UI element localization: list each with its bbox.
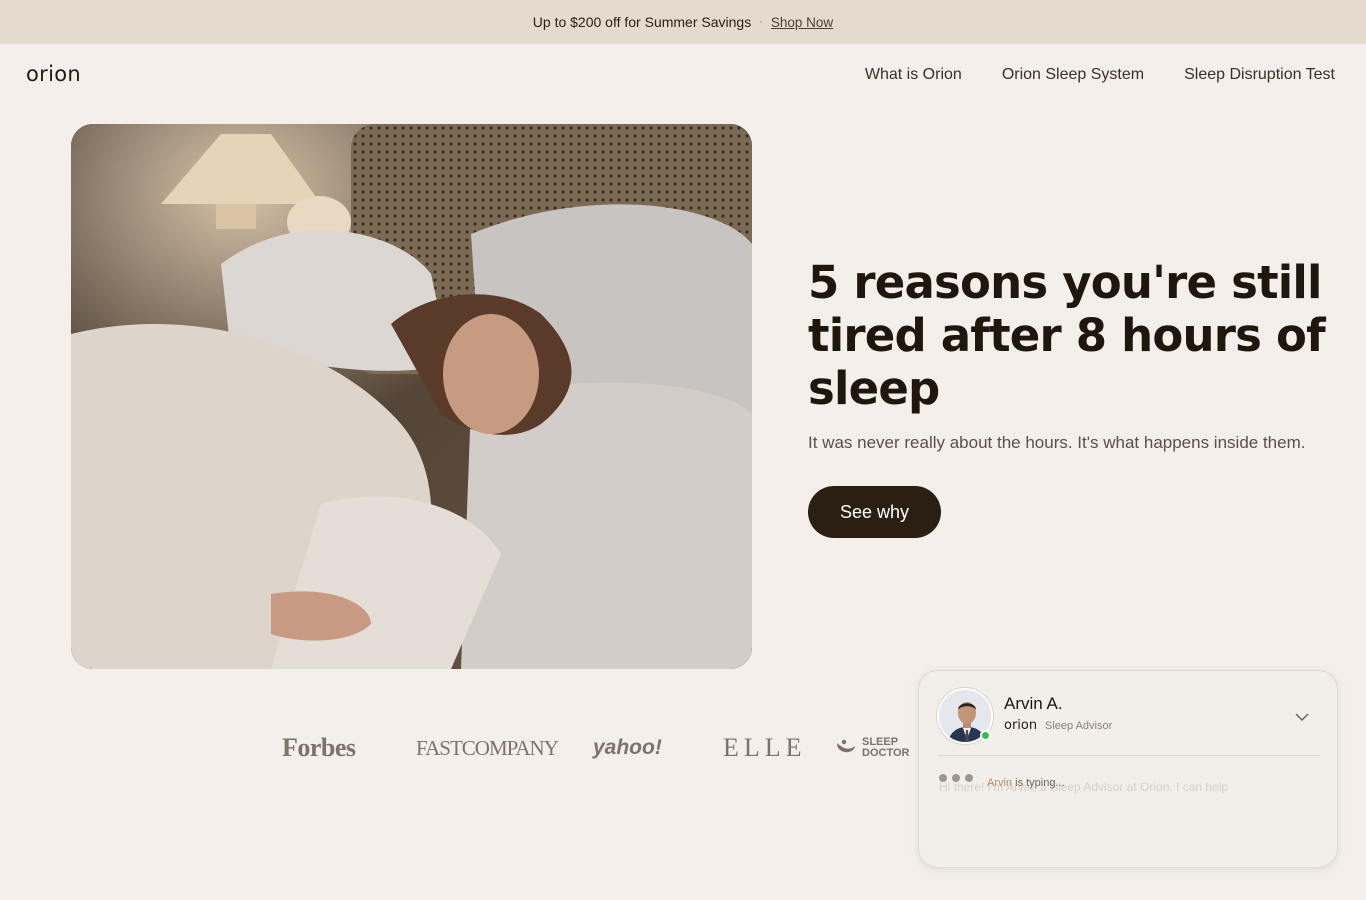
press-logo-forbes: Forbes — [282, 733, 356, 762]
main-nav: What is Orion Orion Sleep System Sleep D… — [865, 66, 1335, 84]
see-why-button[interactable]: See why — [808, 486, 941, 538]
sleep-doctor-icon — [834, 737, 856, 760]
nav-what-is-orion[interactable]: What is Orion — [865, 66, 962, 84]
advisor-role: Sleep Advisor — [1045, 720, 1113, 732]
hero-subtitle: It was never really about the hours. It'… — [808, 433, 1306, 452]
nav-orion-sleep-system[interactable]: Orion Sleep System — [1002, 66, 1144, 84]
promo-text: Up to $200 off for Summer Savings — [532, 14, 752, 30]
typing-dot — [965, 774, 973, 782]
advisor-name: Arvin A. — [1004, 694, 1063, 713]
typing-name: Arvin — [987, 777, 1013, 789]
typing-dot — [952, 774, 960, 782]
chat-widget[interactable]: Arvin A. orion Sleep Advisor Hi there! I… — [918, 670, 1338, 868]
chat-divider — [937, 755, 1320, 756]
promo-bar: Up to $200 off for Summer Savings · Shop… — [0, 0, 1366, 44]
nav-sleep-disruption-test[interactable]: Sleep Disruption Test — [1184, 66, 1335, 84]
promo-separator: · — [759, 16, 763, 28]
press-logo-fastcompany: FASTCOMPANY — [416, 735, 559, 760]
online-status-indicator — [980, 730, 991, 741]
hero-title: 5 reasons you're still tired after 8 hou… — [808, 256, 1326, 415]
advisor-brand-logo: orion — [1004, 718, 1038, 733]
press-logo-elle: ELLE — [723, 733, 807, 762]
orion-logo[interactable]: orion — [26, 62, 81, 86]
press-logo-sleep-doctor: SLEEP DOCTOR — [834, 728, 909, 768]
typing-dot — [939, 774, 947, 782]
sleep-doctor-wordmark: SLEEP DOCTOR — [862, 736, 910, 759]
hero-image — [71, 124, 752, 669]
shop-now-link[interactable]: Shop Now — [771, 15, 833, 30]
chevron-down-icon[interactable] — [1292, 707, 1312, 727]
typing-suffix: is typing... — [1012, 777, 1065, 789]
press-logo-yahoo: yahoo! — [593, 736, 662, 759]
typing-indicator — [939, 774, 973, 782]
typing-status: Arvin is typing... — [987, 777, 1065, 789]
